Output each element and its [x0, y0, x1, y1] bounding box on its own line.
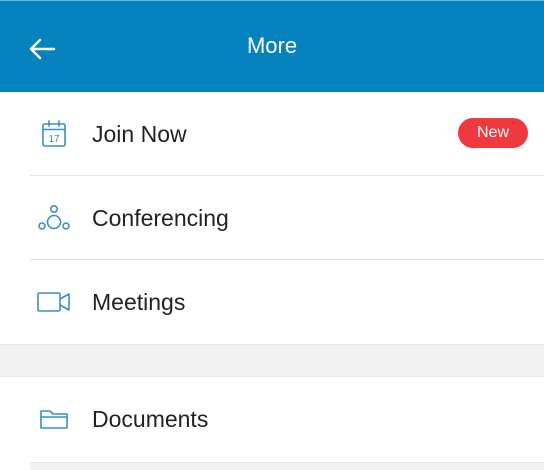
- menu-item-meetings[interactable]: Meetings: [0, 260, 544, 344]
- menu-item-documents[interactable]: Documents: [0, 377, 544, 461]
- page-title: More: [246, 33, 298, 58]
- svg-text:17: 17: [48, 134, 60, 145]
- app-bar: More: [0, 0, 544, 92]
- menu-item-label: Conferencing: [92, 205, 229, 231]
- calendar-icon: 17: [34, 92, 74, 176]
- menu-item-label: Documents: [92, 406, 209, 432]
- folder-icon: [34, 377, 74, 461]
- menu-item-label: Join Now: [92, 121, 187, 147]
- video-camera-icon: [34, 260, 74, 344]
- conferencing-icon: [34, 176, 74, 260]
- new-badge: New: [458, 118, 528, 148]
- divider: [30, 462, 544, 470]
- section-separator: [0, 344, 544, 377]
- more-screen: More 17 Join Now New Conferencing Meetin…: [0, 0, 544, 470]
- menu-item-conferencing[interactable]: Conferencing: [0, 176, 544, 260]
- menu-item-label: Meetings: [92, 289, 186, 315]
